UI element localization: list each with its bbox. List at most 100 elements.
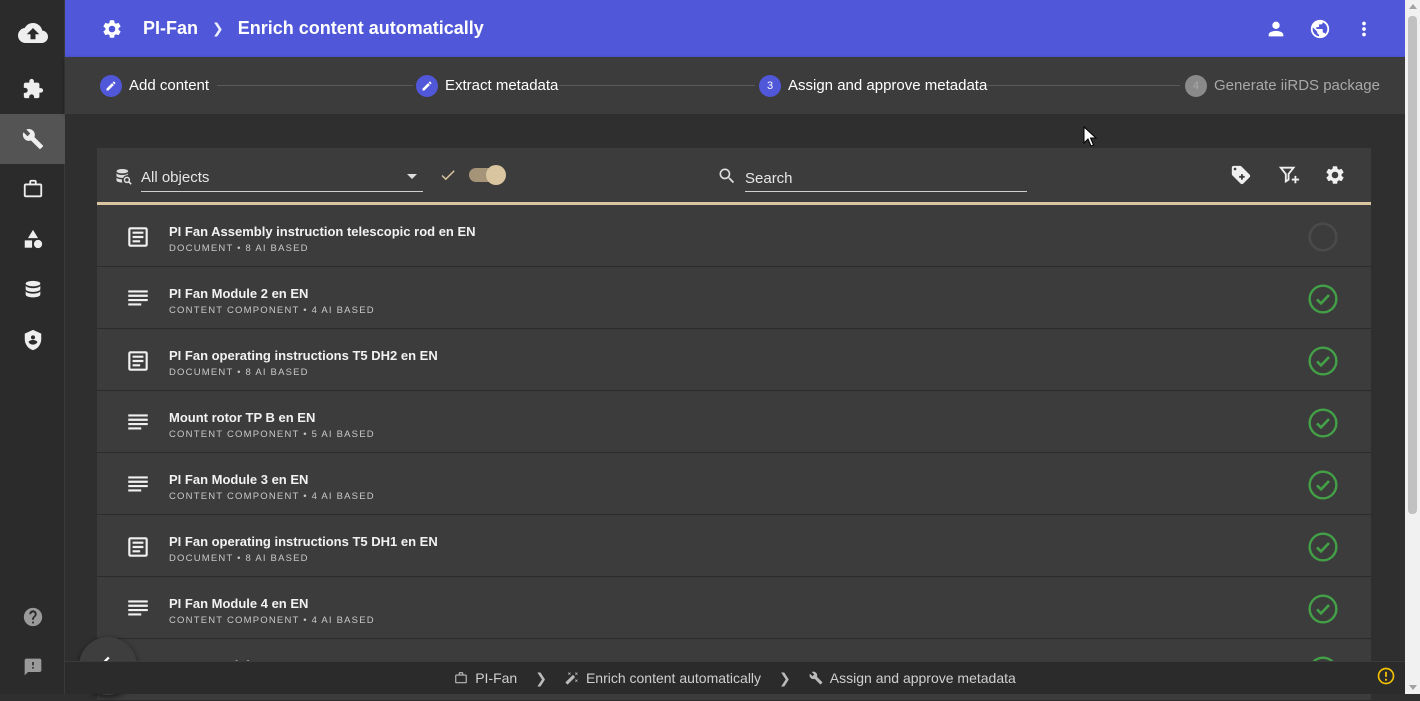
filter-add-icon[interactable]: [1278, 164, 1300, 191]
check-circle-icon: [1307, 283, 1339, 320]
settings-icon[interactable]: [101, 18, 123, 40]
feedback-icon[interactable]: [0, 642, 65, 692]
step-connector: [217, 85, 413, 86]
help-icon[interactable]: [0, 592, 65, 642]
item-title: Mount rotor TP B en EN: [169, 410, 316, 425]
shield-icon[interactable]: [0, 315, 65, 365]
content-component-icon: [125, 596, 151, 627]
list-settings-icon[interactable]: [1324, 164, 1346, 191]
puzzle-icon[interactable]: [0, 64, 65, 114]
list-item[interactable]: PI Fan operating instructions T5 DH1 en …: [97, 515, 1371, 577]
toggle-knob: [486, 165, 506, 185]
breadcrumb-label: Enrich content automatically: [585, 670, 762, 686]
list-item[interactable]: PI Fan Module 2 en EN CONTENT COMPONENT •…: [97, 267, 1371, 329]
cloud-upload-icon[interactable]: [0, 8, 65, 58]
breadcrumb-label: Assign and approve metadata: [829, 670, 1016, 686]
loading-spinner-icon: [1307, 221, 1339, 258]
item-subtitle: DOCUMENT • 8 AI BASED: [169, 367, 309, 378]
item-title: PI Fan Module 2 en EN: [169, 286, 309, 301]
search-input[interactable]: Search: [745, 164, 1027, 192]
step-label: Add content: [129, 77, 210, 94]
item-title: PI Fan Module 4 en EN: [169, 596, 309, 611]
check-circle-icon: [1307, 593, 1339, 630]
scroll-up-icon[interactable]: [1409, 4, 1417, 9]
breadcrumb-item-enrich[interactable]: Enrich content automatically: [565, 670, 761, 686]
step-number: 3: [759, 74, 781, 97]
project-title[interactable]: PI-Fan: [143, 18, 198, 39]
item-subtitle: DOCUMENT • 8 AI BASED: [169, 553, 309, 564]
database-icon[interactable]: [0, 265, 65, 315]
list-item[interactable]: PI Fan operating instructions T5 DH2 en …: [97, 329, 1371, 391]
breadcrumb-item-project[interactable]: PI-Fan: [454, 670, 517, 686]
check-circle-icon: [1307, 531, 1339, 568]
approved-toggle[interactable]: [469, 165, 506, 185]
footer-breadcrumb: PI-Fan ❯ Enrich content automatically ❯ …: [65, 661, 1405, 694]
content-component-icon: [125, 286, 151, 317]
sidebar: [0, 0, 65, 694]
mouse-cursor-icon: [1083, 126, 1097, 147]
object-list: PI Fan Assembly instruction telescopic r…: [97, 205, 1371, 701]
scroll-down-icon[interactable]: [1409, 685, 1417, 690]
chevron-right-icon: ❯: [779, 669, 791, 686]
globe-icon[interactable]: [1309, 18, 1331, 40]
check-circle-icon: [1307, 345, 1339, 382]
shapes-icon[interactable]: [0, 214, 65, 264]
list-item[interactable]: PI Fan Assembly instruction telescopic r…: [97, 205, 1371, 267]
briefcase-icon: [455, 672, 468, 684]
check-circle-icon: [1307, 407, 1339, 444]
step-label: Extract metadata: [445, 77, 559, 94]
document-icon: [125, 534, 151, 565]
app-header: PI-Fan ❯ Enrich content automatically: [65, 0, 1405, 57]
object-filter-select[interactable]: All objects: [141, 164, 423, 192]
breadcrumb-item-assign[interactable]: Assign and approve metadata: [809, 670, 1016, 686]
object-filter-value: All objects: [141, 169, 210, 186]
page-title: Enrich content automatically: [237, 18, 484, 38]
search-icon: [717, 166, 737, 191]
document-icon: [125, 348, 151, 379]
wrench-icon[interactable]: [0, 114, 65, 164]
stepper: Add content Extract metadata 3 Assign an…: [65, 57, 1405, 114]
list-item[interactable]: PI Fan Module 4 en EN CONTENT COMPONENT •…: [97, 577, 1371, 639]
step-extract-metadata[interactable]: Extract metadata: [416, 57, 558, 114]
item-subtitle: CONTENT COMPONENT • 5 AI BASED: [169, 429, 375, 440]
content-component-icon: [125, 472, 151, 503]
step-label: Assign and approve metadata: [788, 77, 988, 94]
item-title: PI Fan operating instructions T5 DH1 en …: [169, 534, 438, 549]
item-title: PI Fan Module 3 en EN: [169, 472, 309, 487]
step-label: Generate iiRDS package: [1214, 77, 1380, 94]
tag-add-icon[interactable]: [1230, 164, 1252, 191]
search-placeholder: Search: [745, 170, 793, 187]
page-scrollbar[interactable]: [1405, 0, 1420, 694]
step-generate-package[interactable]: 4 Generate iiRDS package: [1185, 57, 1380, 114]
briefcase-icon[interactable]: [0, 164, 65, 214]
chevron-right-icon: ❯: [212, 20, 224, 36]
chevron-down-icon: [407, 174, 417, 179]
item-subtitle: DOCUMENT • 8 AI BASED: [169, 243, 309, 254]
wrench-icon: [809, 671, 823, 685]
step-connector: [987, 85, 1180, 86]
chevron-right-icon: ❯: [535, 669, 547, 686]
item-title: PI Fan operating instructions T5 DH2 en …: [169, 348, 438, 363]
item-subtitle: CONTENT COMPONENT • 4 AI BASED: [169, 615, 375, 626]
magic-wand-icon: [565, 672, 578, 685]
database-search-icon: [114, 167, 134, 192]
warning-icon[interactable]: [1376, 666, 1396, 691]
item-subtitle: CONTENT COMPONENT • 4 AI BASED: [169, 305, 375, 316]
item-subtitle: CONTENT COMPONENT • 4 AI BASED: [169, 491, 375, 502]
content-component-icon: [125, 410, 151, 441]
list-item[interactable]: PI Fan Module 3 en EN CONTENT COMPONENT •…: [97, 453, 1371, 515]
edit-icon: [100, 74, 122, 97]
scrollbar-thumb[interactable]: [1408, 16, 1417, 514]
step-add-content[interactable]: Add content: [100, 57, 209, 114]
list-item[interactable]: Mount rotor TP B en EN CONTENT COMPONENT …: [97, 391, 1371, 453]
main-content: All objects Search PI Fan Assembly instr…: [65, 114, 1405, 701]
document-icon: [125, 224, 151, 255]
more-vert-icon[interactable]: [1353, 18, 1375, 40]
step-number: 4: [1185, 74, 1207, 97]
step-assign-approve[interactable]: 3 Assign and approve metadata: [759, 57, 987, 114]
check-circle-icon: [1307, 469, 1339, 506]
breadcrumb-label: PI-Fan: [475, 670, 518, 686]
edit-icon: [416, 74, 438, 97]
user-icon[interactable]: [1265, 18, 1287, 40]
list-toolbar: All objects Search: [97, 148, 1371, 205]
